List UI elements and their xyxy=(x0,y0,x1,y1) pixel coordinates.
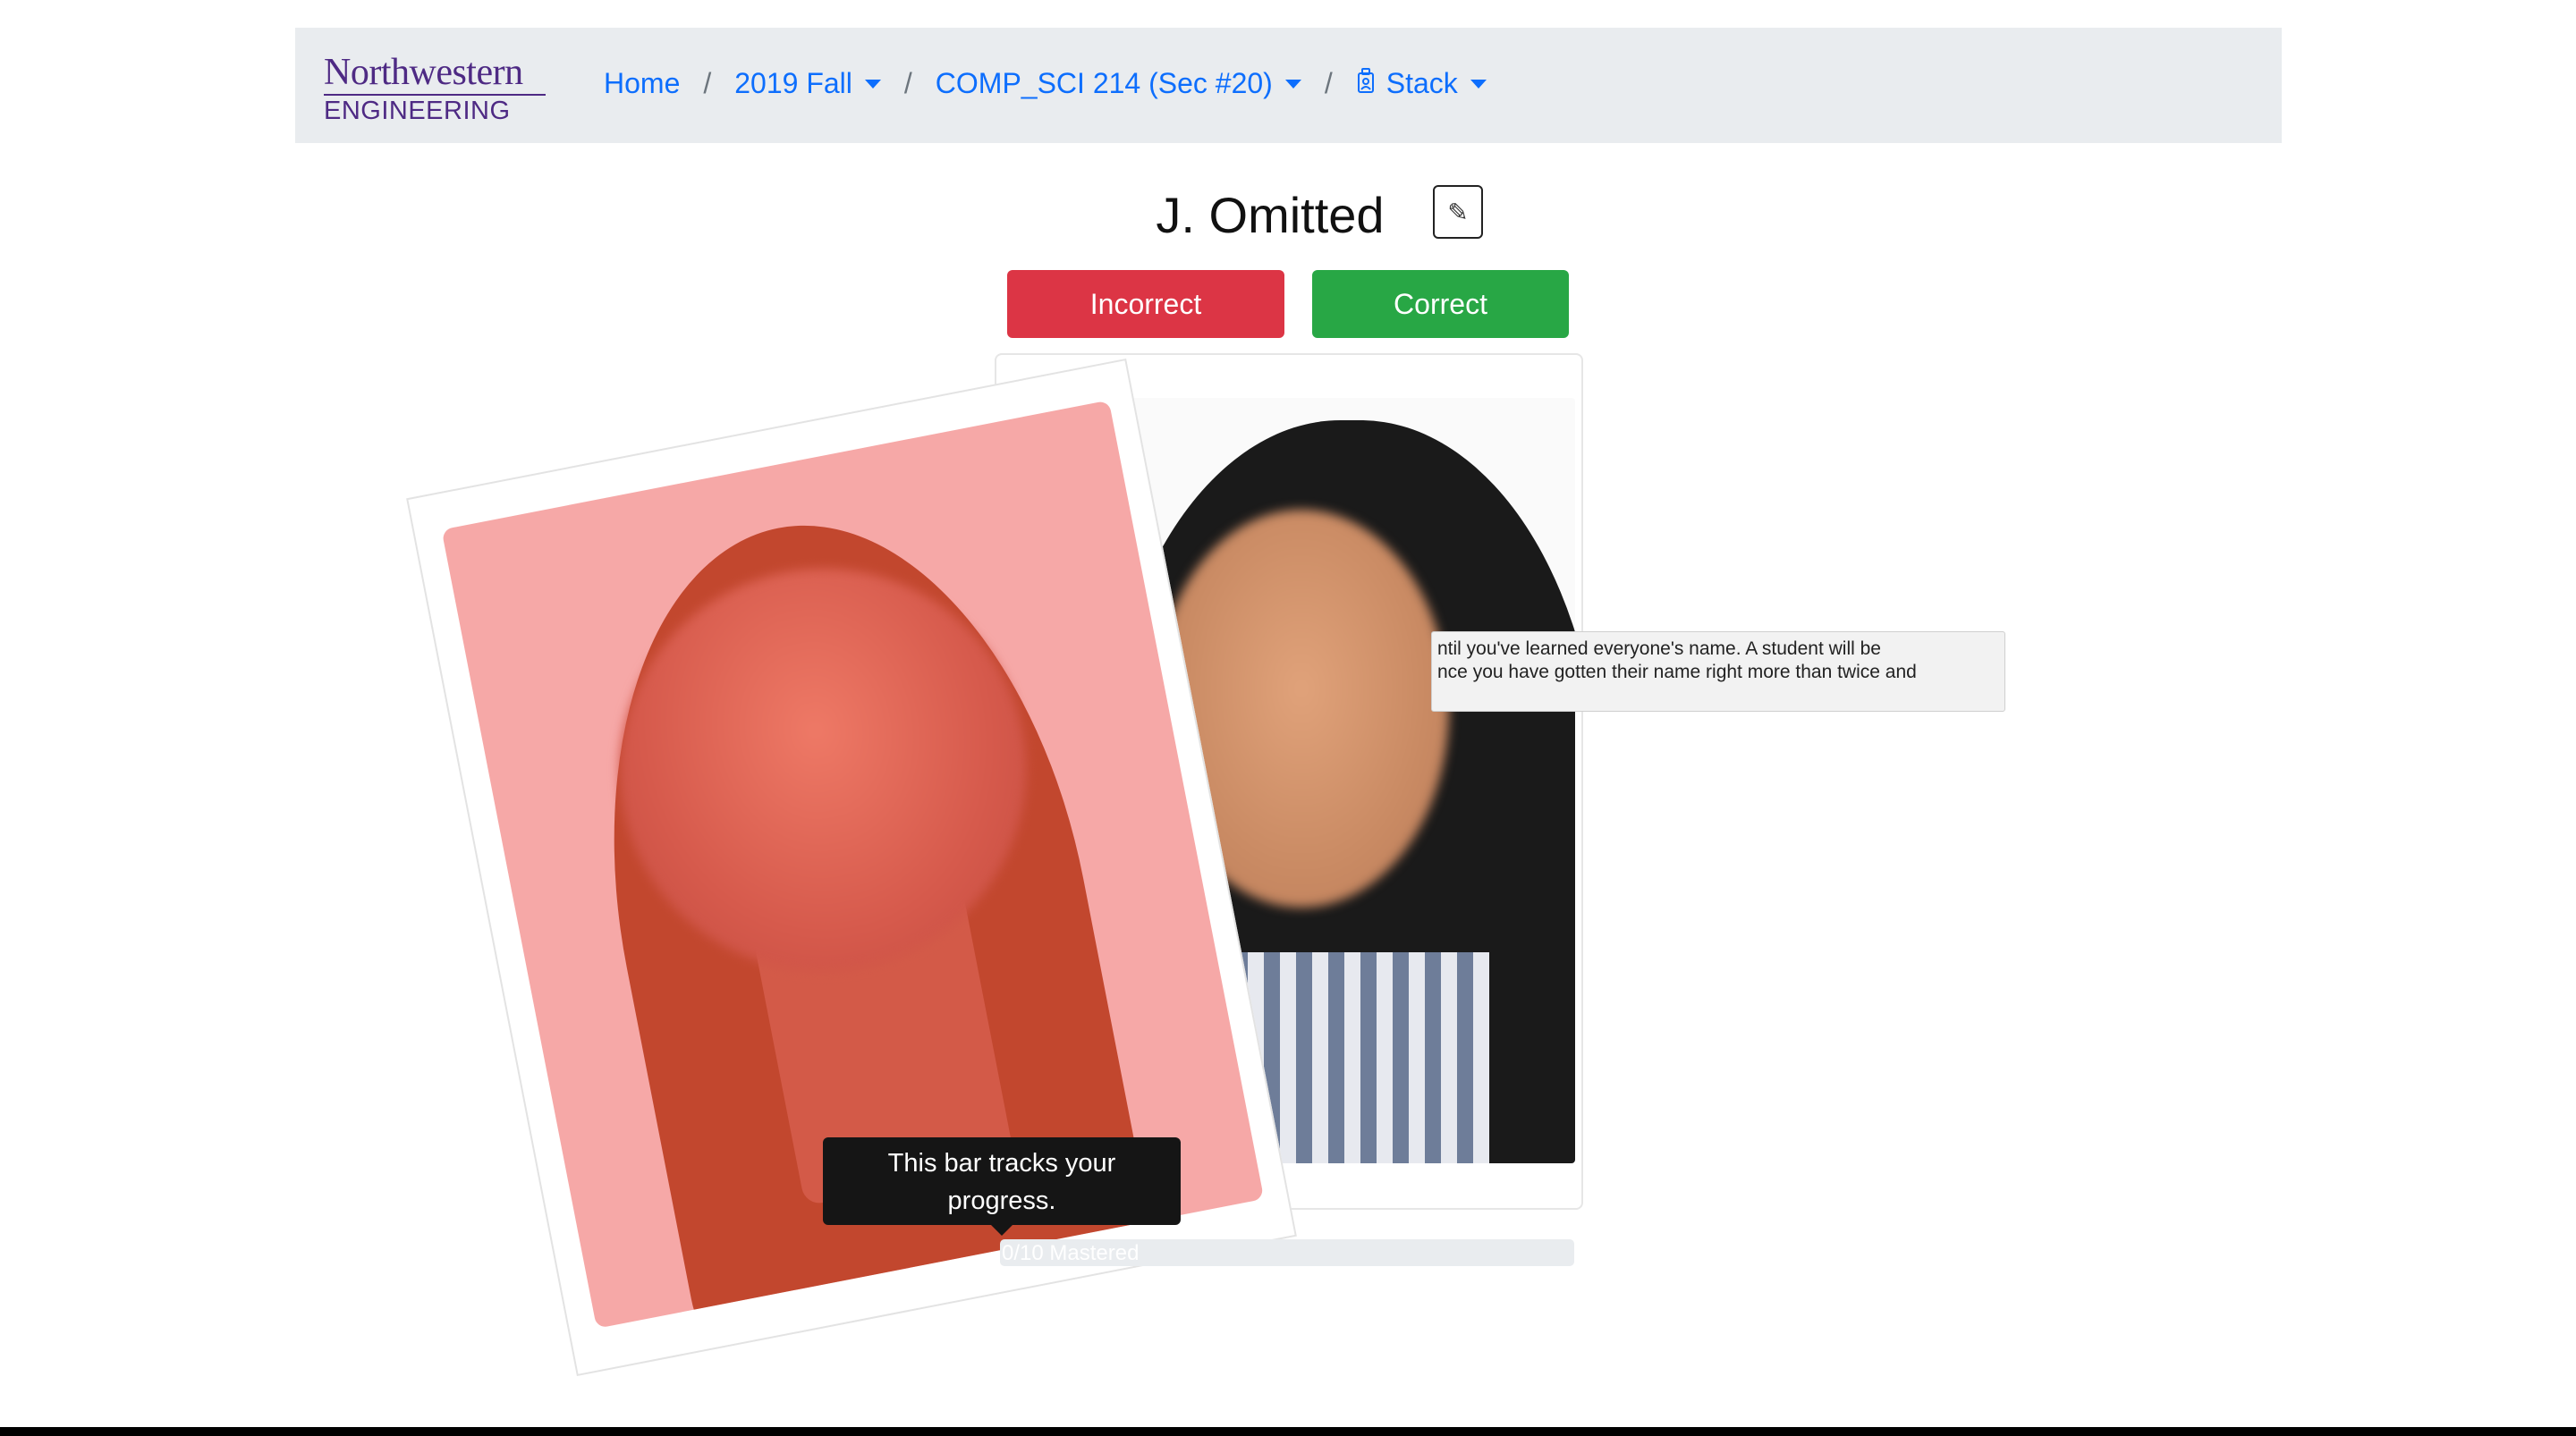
logo-rule xyxy=(324,94,546,96)
popover-line: ntil you've learned everyone's name. A s… xyxy=(1437,638,1881,659)
chevron-down-icon xyxy=(1470,79,1487,89)
tooltip-line: This bar tracks your xyxy=(887,1149,1116,1178)
student-name: J. Omitted xyxy=(1156,187,1385,243)
popover-line: nce you have gotten their name right mor… xyxy=(1437,662,1917,682)
chevron-down-icon xyxy=(864,79,881,89)
incorrect-button[interactable]: Incorrect xyxy=(1007,270,1284,338)
bottom-edge xyxy=(0,1427,2576,1436)
breadcrumb-separator: / xyxy=(703,67,712,99)
mode-dropdown-label: Stack xyxy=(1385,67,1458,99)
breadcrumb-separator: / xyxy=(903,67,912,99)
breadcrumb-separator: / xyxy=(1324,67,1333,99)
tooltip-arrow xyxy=(991,1225,1013,1236)
top-navbar: Northwestern ENGINEERING Home / 2019 Fal… xyxy=(295,28,2282,143)
tooltip-line: progress. xyxy=(947,1187,1056,1215)
northwestern-engineering-logo[interactable]: Northwestern ENGINEERING xyxy=(324,52,546,125)
mastery-progress-bar: 0/10 Mastered xyxy=(1000,1239,1574,1266)
tutorial-popover: ntil you've learned everyone's name. A s… xyxy=(1431,631,2005,712)
logo-wordmark: Northwestern xyxy=(324,52,523,93)
progress-label: 0/10 Mastered xyxy=(1002,1241,1140,1265)
edit-name-button[interactable]: ✎ xyxy=(1433,185,1483,239)
term-dropdown[interactable]: 2019 Fall xyxy=(734,67,881,100)
term-dropdown-label: 2019 Fall xyxy=(734,67,852,99)
course-dropdown[interactable]: COMP_SCI 214 (Sec #20) xyxy=(936,67,1301,100)
mode-dropdown[interactable]: Stack xyxy=(1356,67,1487,100)
pencil-icon: ✎ xyxy=(1447,198,1469,226)
course-dropdown-label: COMP_SCI 214 (Sec #20) xyxy=(935,67,1273,99)
breadcrumb-home-link[interactable]: Home xyxy=(604,67,680,100)
logo-subtitle: ENGINEERING xyxy=(324,97,511,125)
chevron-down-icon xyxy=(1284,79,1301,89)
stack-icon xyxy=(1356,67,1376,100)
progress-tooltip: This bar tracks your progress. xyxy=(823,1137,1181,1225)
correct-button[interactable]: Correct xyxy=(1312,270,1569,338)
breadcrumb: Home / 2019 Fall / COMP_SCI 214 (Sec #20… xyxy=(604,67,1487,100)
